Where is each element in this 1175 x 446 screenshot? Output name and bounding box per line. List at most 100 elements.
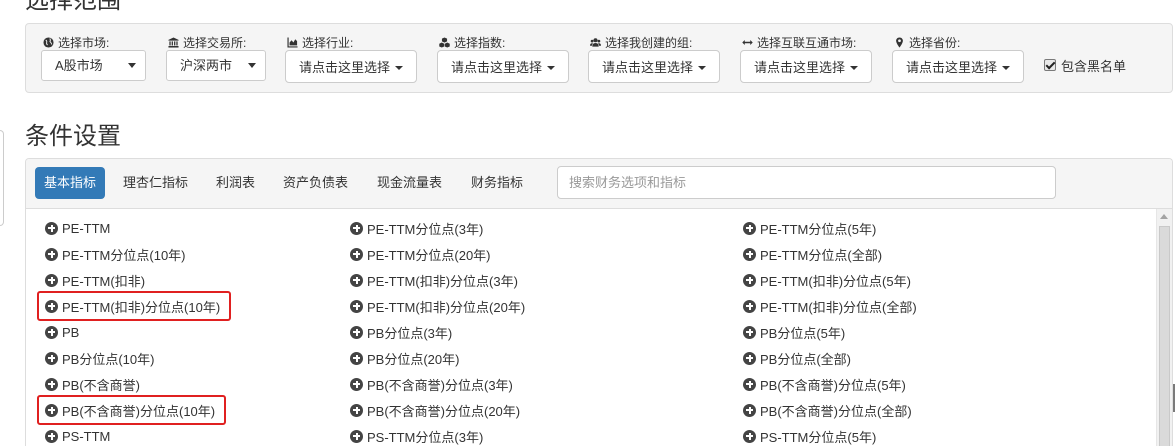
- industry-button-label: 请点击这里选择: [298, 60, 390, 75]
- indicator-item[interactable]: PE-TTM分位点(全部): [743, 244, 882, 264]
- plus-circle-icon: [350, 273, 363, 287]
- indicator-label: PB分位点(3年): [367, 325, 453, 341]
- tab-lixinger-indicators[interactable]: 理杏仁指标: [114, 167, 197, 199]
- indicator-item[interactable]: PS-TTM分位点(5年): [743, 426, 876, 446]
- indicator-label: PB(不含商誉)分位点(20年): [367, 403, 521, 419]
- indicator-item[interactable]: PE-TTM(扣非): [45, 270, 145, 290]
- indicator-item[interactable]: PS-TTM分位点(3年): [350, 426, 483, 446]
- plus-circle-icon: [45, 247, 58, 261]
- indicator-item[interactable]: PB(不含商誉)分位点(5年): [743, 374, 906, 394]
- indicator-item[interactable]: PE-TTM: [45, 218, 110, 238]
- indicator-search-input[interactable]: [557, 166, 1056, 199]
- users-icon: [590, 37, 601, 48]
- include-blacklist-checkbox[interactable]: [1044, 59, 1056, 71]
- caret-down-icon: [850, 65, 858, 70]
- indicator-item[interactable]: PE-TTM分位点(10年): [45, 244, 186, 264]
- connect-market-button-label: 请点击这里选择: [753, 60, 845, 75]
- exchange-select[interactable]: 沪深两市: [166, 50, 266, 81]
- tab-cash-flow[interactable]: 现金流量表: [368, 167, 451, 199]
- arrows-horizontal-icon: [742, 37, 753, 48]
- bar-chart-icon: [287, 36, 298, 48]
- tab-basic-indicators[interactable]: 基本指标: [35, 167, 106, 199]
- indicator-label: PB分位点(10年): [62, 351, 155, 367]
- indicator-item[interactable]: PB(不含商誉)分位点(3年): [350, 374, 513, 394]
- plus-circle-icon: [743, 429, 756, 443]
- plus-circle-icon: [45, 273, 58, 287]
- indicator-item[interactable]: PB分位点(10年): [45, 348, 154, 368]
- plus-circle-icon: [45, 351, 58, 365]
- plus-circle-icon: [350, 377, 363, 391]
- indicator-item[interactable]: PE-TTM(扣非)分位点(3年): [350, 270, 518, 290]
- my-groups-select-button[interactable]: 请点击这里选择: [588, 50, 720, 83]
- indicator-label: PE-TTM分位点(20年): [367, 247, 491, 263]
- index-select-button[interactable]: 请点击这里选择: [437, 50, 569, 83]
- province-label-text: 选择省份:: [909, 35, 961, 50]
- index-filter-label: 选择指数:: [439, 35, 505, 50]
- indicator-item[interactable]: PB(不含商誉)分位点(全部): [743, 400, 912, 420]
- indicator-item[interactable]: PB(不含商誉): [45, 374, 140, 394]
- indicator-label: PB分位点(20年): [367, 351, 460, 367]
- indicator-label: PE-TTM(扣非)分位点(10年): [62, 299, 221, 315]
- tab-balance-sheet[interactable]: 资产负债表: [274, 167, 357, 199]
- scope-panel: 选择市场: A股市场 选择交易所: 沪深两市 选择行业: 请点击这里选择 选择指…: [25, 23, 1173, 93]
- tab-income-statement[interactable]: 利润表: [207, 167, 264, 199]
- plus-circle-icon: [350, 325, 363, 339]
- tab-financial-indicators[interactable]: 财务指标: [462, 167, 532, 199]
- indicator-item[interactable]: PE-TTM(扣非)分位点(5年): [743, 270, 911, 290]
- industry-select-button[interactable]: 请点击这里选择: [285, 50, 417, 83]
- connect-market-filter-label: 选择互联互通市场:: [742, 35, 856, 50]
- scope-section-title: 选择范围: [25, 0, 121, 14]
- indicator-item[interactable]: PB分位点(3年): [350, 322, 452, 342]
- plus-circle-icon: [743, 299, 756, 313]
- my-groups-filter-label: 选择我创建的组:: [590, 35, 693, 50]
- scrollbar-thumb[interactable]: [1159, 226, 1170, 446]
- industry-label-text: 选择行业:: [302, 35, 354, 50]
- include-blacklist-label: 包含黑名单: [1061, 58, 1127, 74]
- connect-market-select-button[interactable]: 请点击这里选择: [740, 50, 872, 83]
- indicator-label: PS-TTM: [62, 428, 111, 444]
- indicator-item[interactable]: PE-TTM分位点(5年): [743, 218, 876, 238]
- indicator-item[interactable]: PS-TTM: [45, 426, 110, 446]
- plus-circle-icon: [743, 403, 756, 417]
- plus-circle-icon: [350, 351, 363, 365]
- indicator-item[interactable]: PE-TTM(扣非)分位点(全部): [743, 296, 917, 316]
- indicator-label: PB分位点(全部): [760, 351, 852, 367]
- indicator-item-highlighted[interactable]: PE-TTM(扣非)分位点(10年): [36, 291, 232, 321]
- plus-circle-icon: [45, 325, 58, 339]
- indicator-item[interactable]: PB分位点(20年): [350, 348, 459, 368]
- plus-circle-icon: [350, 299, 363, 313]
- indicator-item[interactable]: PB分位点(5年): [743, 322, 845, 342]
- indicator-label: PS-TTM分位点(5年): [760, 429, 877, 445]
- market-select[interactable]: A股市场: [41, 50, 146, 81]
- caret-down-icon: [1002, 65, 1010, 70]
- plus-circle-icon: [743, 325, 756, 339]
- province-select-button[interactable]: 请点击这里选择: [892, 50, 1024, 83]
- plus-circle-icon: [743, 377, 756, 391]
- indicator-item[interactable]: PE-TTM分位点(20年): [350, 244, 491, 264]
- globe-icon: [43, 36, 54, 48]
- province-filter-label: 选择省份:: [894, 35, 961, 50]
- indicator-label: PE-TTM(扣非): [62, 273, 146, 289]
- indicator-item[interactable]: PB: [45, 322, 79, 342]
- indicator-item[interactable]: PE-TTM分位点(3年): [350, 218, 483, 238]
- plus-circle-icon: [45, 429, 58, 443]
- indicator-label: PB(不含商誉)分位点(3年): [367, 377, 513, 393]
- indicator-item-highlighted[interactable]: PB(不含商誉)分位点(10年): [36, 395, 227, 425]
- plus-circle-icon: [45, 377, 58, 391]
- province-button-label: 请点击这里选择: [905, 60, 997, 75]
- indicator-label: PB(不含商誉)分位点(5年): [760, 377, 906, 393]
- my-groups-label-text: 选择我创建的组:: [605, 35, 693, 50]
- plus-circle-icon: [45, 299, 58, 313]
- exchange-label-text: 选择交易所:: [183, 35, 247, 50]
- indicator-item[interactable]: PB分位点(全部): [743, 348, 851, 368]
- indicator-item[interactable]: PB(不含商誉)分位点(20年): [350, 400, 520, 420]
- indicator-list-scrollbar[interactable]: [1156, 209, 1172, 446]
- indicator-label: PE-TTM(扣非)分位点(3年): [367, 273, 518, 289]
- indicator-item[interactable]: PE-TTM(扣非)分位点(20年): [350, 296, 525, 316]
- plus-circle-icon: [350, 403, 363, 417]
- include-blacklist-option[interactable]: 包含黑名单: [1044, 58, 1127, 74]
- indicator-label: PE-TTM分位点(全部): [760, 247, 883, 263]
- scroll-up-arrow-icon[interactable]: [1160, 214, 1168, 219]
- plus-circle-icon: [350, 221, 363, 235]
- my-groups-button-label: 请点击这里选择: [601, 60, 693, 75]
